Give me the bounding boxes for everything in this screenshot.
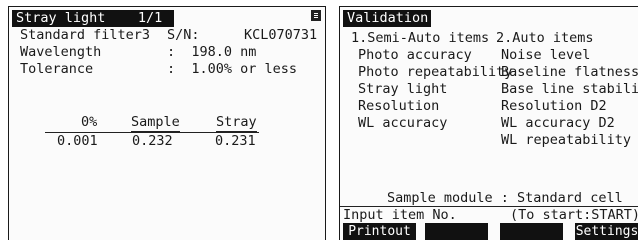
item-photo-repeatability[interactable]: Photo repeatability bbox=[358, 64, 512, 81]
tolerance-label: Tolerance bbox=[20, 61, 94, 77]
tolerance-value: : 1.00% or less bbox=[167, 61, 298, 77]
auto-heading: 2.Auto items bbox=[496, 30, 594, 46]
sample-module: Sample module : Standard cell bbox=[387, 190, 623, 206]
table-header-zero: 0% bbox=[81, 114, 98, 130]
item-resolution[interactable]: Resolution bbox=[358, 98, 439, 115]
item-noise-level[interactable]: Noise level bbox=[501, 47, 590, 64]
item-wl-accuracy-d2[interactable]: WL accuracy D2 bbox=[501, 115, 615, 132]
validation-screen: Validation 1.Semi-Auto items 2.Auto item… bbox=[339, 6, 638, 240]
item-stray-light[interactable]: Stray light bbox=[358, 81, 447, 98]
stray-light-screen: Stray light 1/1 Standard filter3 S/N: KC… bbox=[8, 6, 326, 240]
screen-title: Validation bbox=[343, 10, 431, 27]
start-hint: (To start:START) bbox=[510, 207, 638, 223]
wavelength-value: : 198.0 nm bbox=[167, 44, 257, 60]
table-cell-zero: 0.001 bbox=[57, 133, 98, 149]
item-photo-accuracy[interactable]: Photo accuracy bbox=[358, 47, 472, 64]
serial-label: S/N: bbox=[167, 27, 200, 43]
semi-auto-heading: 1.Semi-Auto items bbox=[351, 30, 490, 46]
screen-title: Stray light 1/1 bbox=[12, 10, 174, 27]
table-header-stray: Stray bbox=[216, 114, 257, 132]
item-baseline-flatness[interactable]: Baseline flatness bbox=[501, 64, 638, 81]
filter-label: Standard filter3 bbox=[20, 27, 151, 43]
printout-button[interactable]: Printout bbox=[343, 223, 416, 240]
menu-icon[interactable] bbox=[311, 10, 321, 21]
item-baseline-stability[interactable]: Base line stability bbox=[501, 81, 638, 98]
table-header-sample: Sample bbox=[131, 114, 180, 132]
wavelength-label: Wavelength bbox=[20, 44, 102, 60]
item-wl-accuracy[interactable]: WL accuracy bbox=[358, 115, 447, 132]
input-prompt: Input item No. bbox=[343, 207, 457, 223]
table-cell-stray: 0.231 bbox=[215, 133, 256, 149]
table-cell-sample: 0.232 bbox=[132, 133, 173, 149]
serial-value: KCL070731 bbox=[244, 27, 318, 43]
settings-button[interactable]: Settings bbox=[575, 223, 638, 240]
item-wl-repeatability-d2[interactable]: WL repeatability D2 bbox=[501, 132, 638, 149]
softkey-2-button[interactable] bbox=[425, 223, 488, 240]
softkey-3-button[interactable] bbox=[500, 223, 563, 240]
item-resolution-d2[interactable]: Resolution D2 bbox=[501, 98, 607, 115]
